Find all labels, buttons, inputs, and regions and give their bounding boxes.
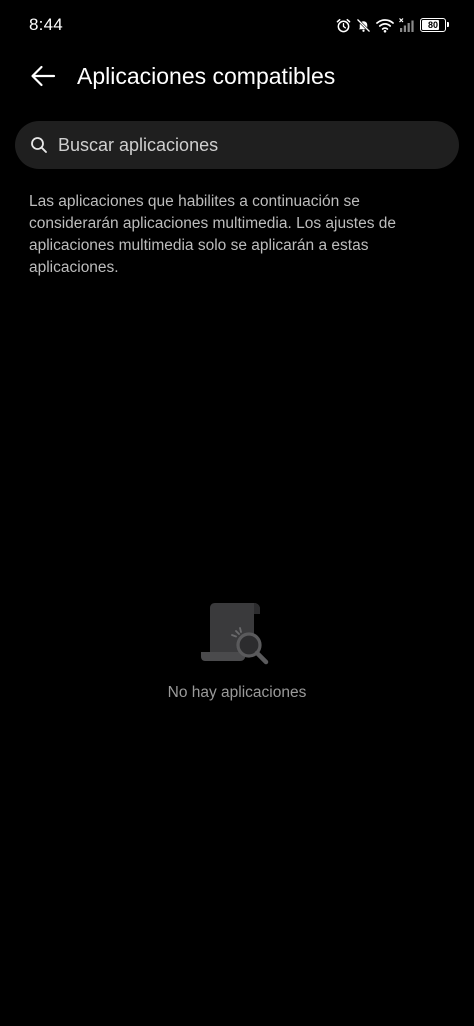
- signal-icon: [399, 17, 415, 33]
- alarm-icon: [336, 18, 351, 33]
- app-header: Aplicaciones compatibles: [0, 56, 474, 100]
- status-time: 8:44: [29, 15, 63, 34]
- document-search-icon: [192, 600, 282, 672]
- search-icon: [30, 136, 48, 154]
- status-bar: 8:44 80: [0, 0, 474, 50]
- battery-level: 80: [427, 20, 438, 30]
- search-bar[interactable]: [15, 121, 459, 169]
- back-button[interactable]: [26, 62, 60, 94]
- empty-state: No hay aplicaciones: [0, 600, 474, 702]
- status-icons: 80: [336, 16, 449, 34]
- arrow-left-icon: [30, 65, 56, 92]
- description-text: Las aplicaciones que habilites a continu…: [29, 193, 397, 276]
- battery-icon: 80: [420, 18, 449, 32]
- wifi-icon: [376, 18, 394, 33]
- mute-icon: [356, 18, 371, 33]
- empty-state-message: No hay aplicaciones: [167, 684, 307, 701]
- search-input[interactable]: [58, 121, 459, 169]
- page-title: Aplicaciones compatibles: [77, 63, 336, 89]
